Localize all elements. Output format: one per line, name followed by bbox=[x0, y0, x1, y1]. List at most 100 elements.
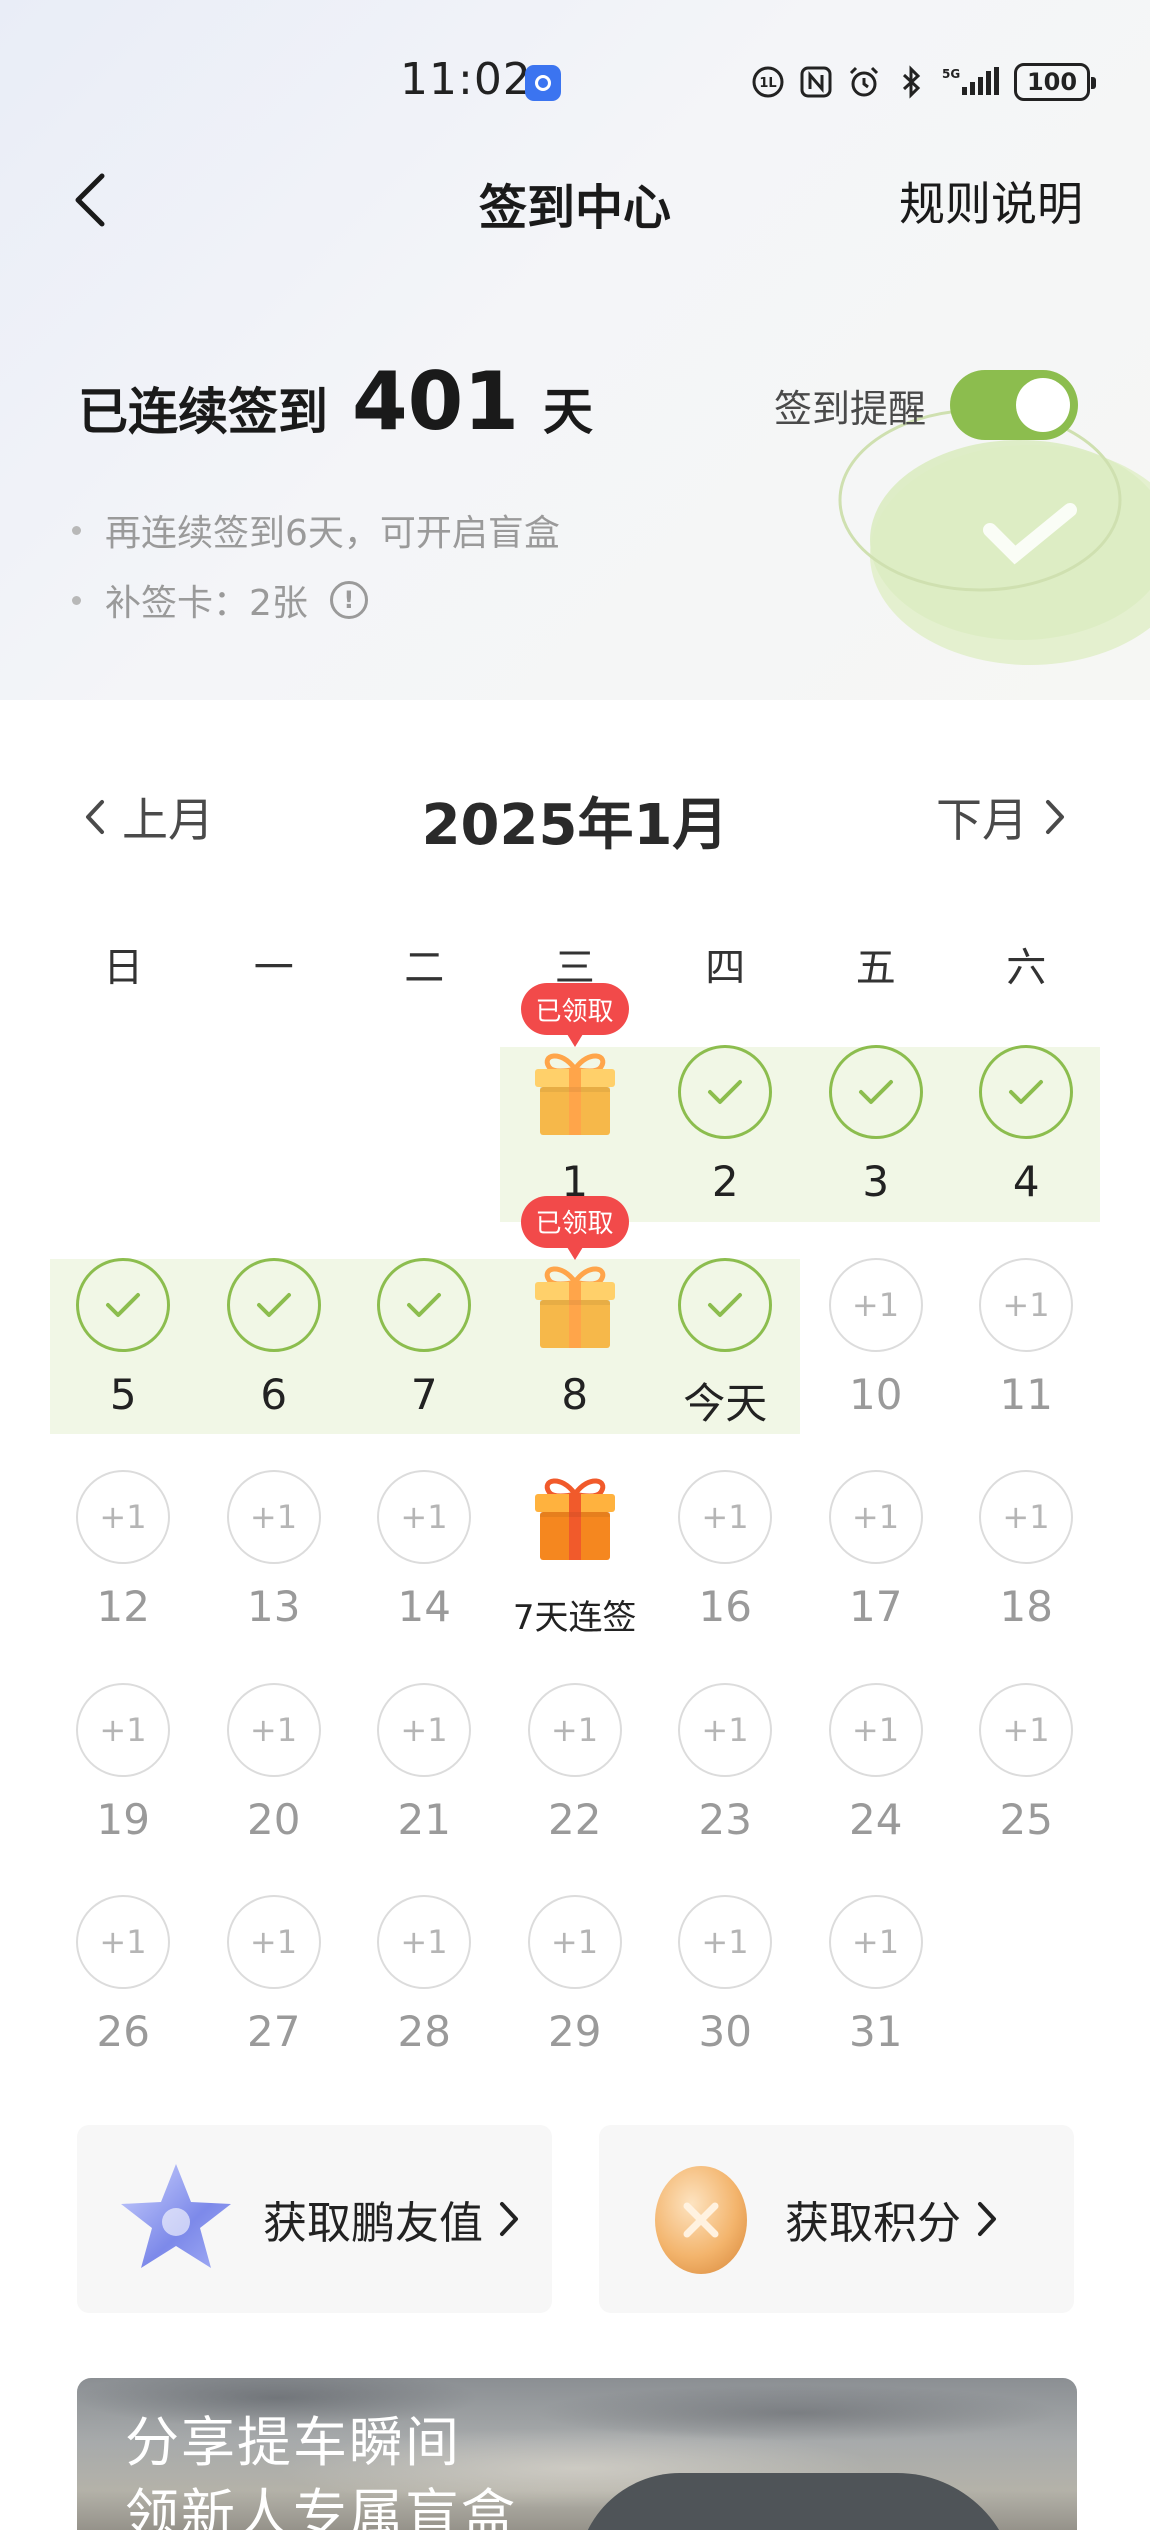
bullet-dot bbox=[72, 595, 81, 605]
calendar-day[interactable]: +1 21 bbox=[349, 1682, 500, 1896]
calendar-day[interactable]: +1 24 bbox=[801, 1682, 952, 1896]
tips-list: 再连续签到6天，可开启盲盒 补签卡：2张 ! bbox=[72, 495, 560, 635]
reward-cards: 获取鹏友值 获取积分 bbox=[77, 2125, 1074, 2313]
day-label: 17 bbox=[849, 1582, 903, 1631]
calendar-day[interactable]: 4 bbox=[951, 1045, 1102, 1258]
reminder-setting: 签到提醒 bbox=[774, 370, 1078, 440]
day-label: 25 bbox=[999, 1794, 1053, 1844]
calendar-day[interactable]: 已领取 8 bbox=[500, 1195, 651, 1471]
signed-check-circle bbox=[226, 1257, 321, 1352]
calendar-grid: 已领取 1 2 3 4 5 6 7 已领取 8 今天 +1 10 +1 11 +1 12 +1 13 +1 14 7天连签… bbox=[48, 983, 1102, 2108]
reminder-toggle[interactable] bbox=[950, 370, 1078, 440]
calendar-day[interactable]: +1 11 bbox=[951, 1257, 1102, 1471]
calendar-day[interactable]: +1 28 bbox=[349, 1895, 500, 2108]
calendar-day[interactable]: 7 bbox=[349, 1257, 500, 1471]
day-label: 21 bbox=[397, 1794, 451, 1844]
plus-one-circle: +1 bbox=[527, 1682, 622, 1777]
calendar-day[interactable]: +1 25 bbox=[951, 1682, 1102, 1896]
volte-icon: 1L bbox=[750, 64, 786, 100]
calendar-day[interactable]: +1 20 bbox=[199, 1682, 350, 1896]
get-friend-points-card[interactable]: 获取鹏友值 bbox=[77, 2125, 552, 2313]
plus-one-circle: +1 bbox=[527, 1895, 622, 1989]
plus-one-circle: +1 bbox=[76, 1682, 170, 1777]
calendar-day[interactable]: +1 18 bbox=[951, 1470, 1102, 1683]
calendar-day[interactable]: +1 27 bbox=[199, 1895, 350, 2108]
battery-indicator: 100 bbox=[1014, 63, 1096, 101]
weekday-label: 四 bbox=[705, 945, 746, 991]
calendar-day[interactable]: +1 26 bbox=[48, 1895, 199, 2108]
day-label: 今天 bbox=[683, 1378, 768, 1428]
calendar-week-row: +1 12 +1 13 +1 14 7天连签 +1 16 +1 17 +1 18 bbox=[48, 1470, 1102, 1683]
day-label: 14 bbox=[397, 1582, 451, 1631]
calendar-day[interactable]: 2 bbox=[650, 1045, 801, 1258]
plus-one-circle: +1 bbox=[76, 1895, 170, 1989]
calendar-day[interactable]: +1 29 bbox=[500, 1895, 651, 2108]
banner-title-line2: 领新人专属盲盒 bbox=[125, 2483, 517, 2530]
weekday-label: 一 bbox=[253, 945, 294, 991]
get-points-card[interactable]: 获取积分 bbox=[599, 2125, 1074, 2313]
nfc-icon bbox=[798, 64, 834, 100]
calendar-day[interactable]: 3 bbox=[801, 1045, 952, 1258]
next-month-button[interactable]: 下月 bbox=[936, 784, 1068, 850]
rules-link[interactable]: 规则说明 bbox=[899, 168, 1083, 234]
calendar-day[interactable]: +1 31 bbox=[801, 1895, 952, 2108]
plus-one-circle: +1 bbox=[979, 1682, 1073, 1777]
promo-banner[interactable]: 分享提车瞬间 领新人专属盲盒 bbox=[77, 2378, 1077, 2530]
plus-one-circle: +1 bbox=[76, 1470, 170, 1564]
calendar-day[interactable]: +1 30 bbox=[650, 1895, 801, 2108]
chevron-right-icon bbox=[978, 2202, 996, 2236]
tip-item: 再连续签到6天，可开启盲盒 bbox=[72, 495, 560, 565]
day-label: 7 bbox=[410, 1369, 438, 1419]
calendar-day[interactable]: +1 12 bbox=[48, 1470, 199, 1683]
svg-text:1L: 1L bbox=[759, 76, 776, 91]
day-label: 12 bbox=[96, 1582, 150, 1631]
check-icon bbox=[708, 1292, 742, 1317]
next-month-label: 下月 bbox=[936, 793, 1028, 847]
calendar-day[interactable]: +1 17 bbox=[801, 1470, 952, 1683]
info-icon[interactable]: ! bbox=[329, 581, 368, 619]
day-label: 28 bbox=[397, 2007, 451, 2056]
plus-one-circle: +1 bbox=[226, 1470, 321, 1564]
calendar-empty-cell bbox=[951, 1895, 1102, 2108]
day-label: 2 bbox=[711, 1157, 739, 1206]
day-label: 16 bbox=[698, 1582, 752, 1631]
claimed-badge: 已领取 bbox=[520, 983, 629, 1047]
gift-box-icon bbox=[534, 1266, 615, 1348]
calendar-day[interactable]: +1 19 bbox=[48, 1682, 199, 1896]
day-label: 19 bbox=[96, 1794, 150, 1844]
check-icon bbox=[407, 1292, 441, 1317]
navigation-bar: 签到中心 规则说明 bbox=[0, 150, 1150, 250]
calendar-day[interactable]: +1 13 bbox=[199, 1470, 350, 1683]
claimed-badge: 已领取 bbox=[520, 1195, 629, 1260]
calendar-day[interactable]: +1 14 bbox=[349, 1470, 500, 1683]
plus-one-circle: +1 bbox=[979, 1257, 1073, 1352]
check-icon bbox=[708, 1080, 742, 1104]
streak-prefix: 已连续签到 bbox=[78, 383, 328, 441]
tip-text: 再连续签到6天，可开启盲盒 bbox=[105, 513, 560, 554]
plus-one-circle: +1 bbox=[377, 1895, 471, 1989]
calendar-day[interactable]: 5 bbox=[48, 1257, 199, 1471]
tip-text: 补签卡：2张 bbox=[105, 583, 308, 624]
streak-suffix: 天 bbox=[543, 383, 593, 441]
calendar-day[interactable]: 7天连签 bbox=[500, 1470, 651, 1683]
calendar-day[interactable]: 6 bbox=[199, 1257, 350, 1471]
star-icon bbox=[121, 2164, 231, 2268]
calendar-day[interactable]: +1 16 bbox=[650, 1470, 801, 1683]
chevron-right-icon bbox=[1046, 800, 1064, 834]
signed-check-circle bbox=[377, 1257, 471, 1352]
calendar-day[interactable]: +1 22 bbox=[500, 1682, 651, 1896]
bluetooth-icon bbox=[894, 64, 930, 100]
app-notification-icon bbox=[525, 65, 561, 101]
bullet-dot bbox=[72, 525, 81, 535]
banner-title-line1: 分享提车瞬间 bbox=[125, 2411, 461, 2474]
card-label: 获取积分 bbox=[785, 2198, 961, 2249]
day-label: 24 bbox=[849, 1794, 903, 1844]
day-label: 7天连签 bbox=[512, 1598, 637, 1638]
signal-5g-icon: 5G bbox=[942, 64, 1002, 100]
plus-one-circle: +1 bbox=[828, 1470, 923, 1564]
plus-one-circle: +1 bbox=[678, 1682, 772, 1777]
status-bar: 11:02 1L 5G 100 bbox=[0, 0, 1150, 170]
calendar-day[interactable]: 今天 bbox=[650, 1257, 801, 1471]
calendar-day[interactable]: +1 10 bbox=[801, 1257, 952, 1471]
calendar-day[interactable]: +1 23 bbox=[650, 1682, 801, 1896]
